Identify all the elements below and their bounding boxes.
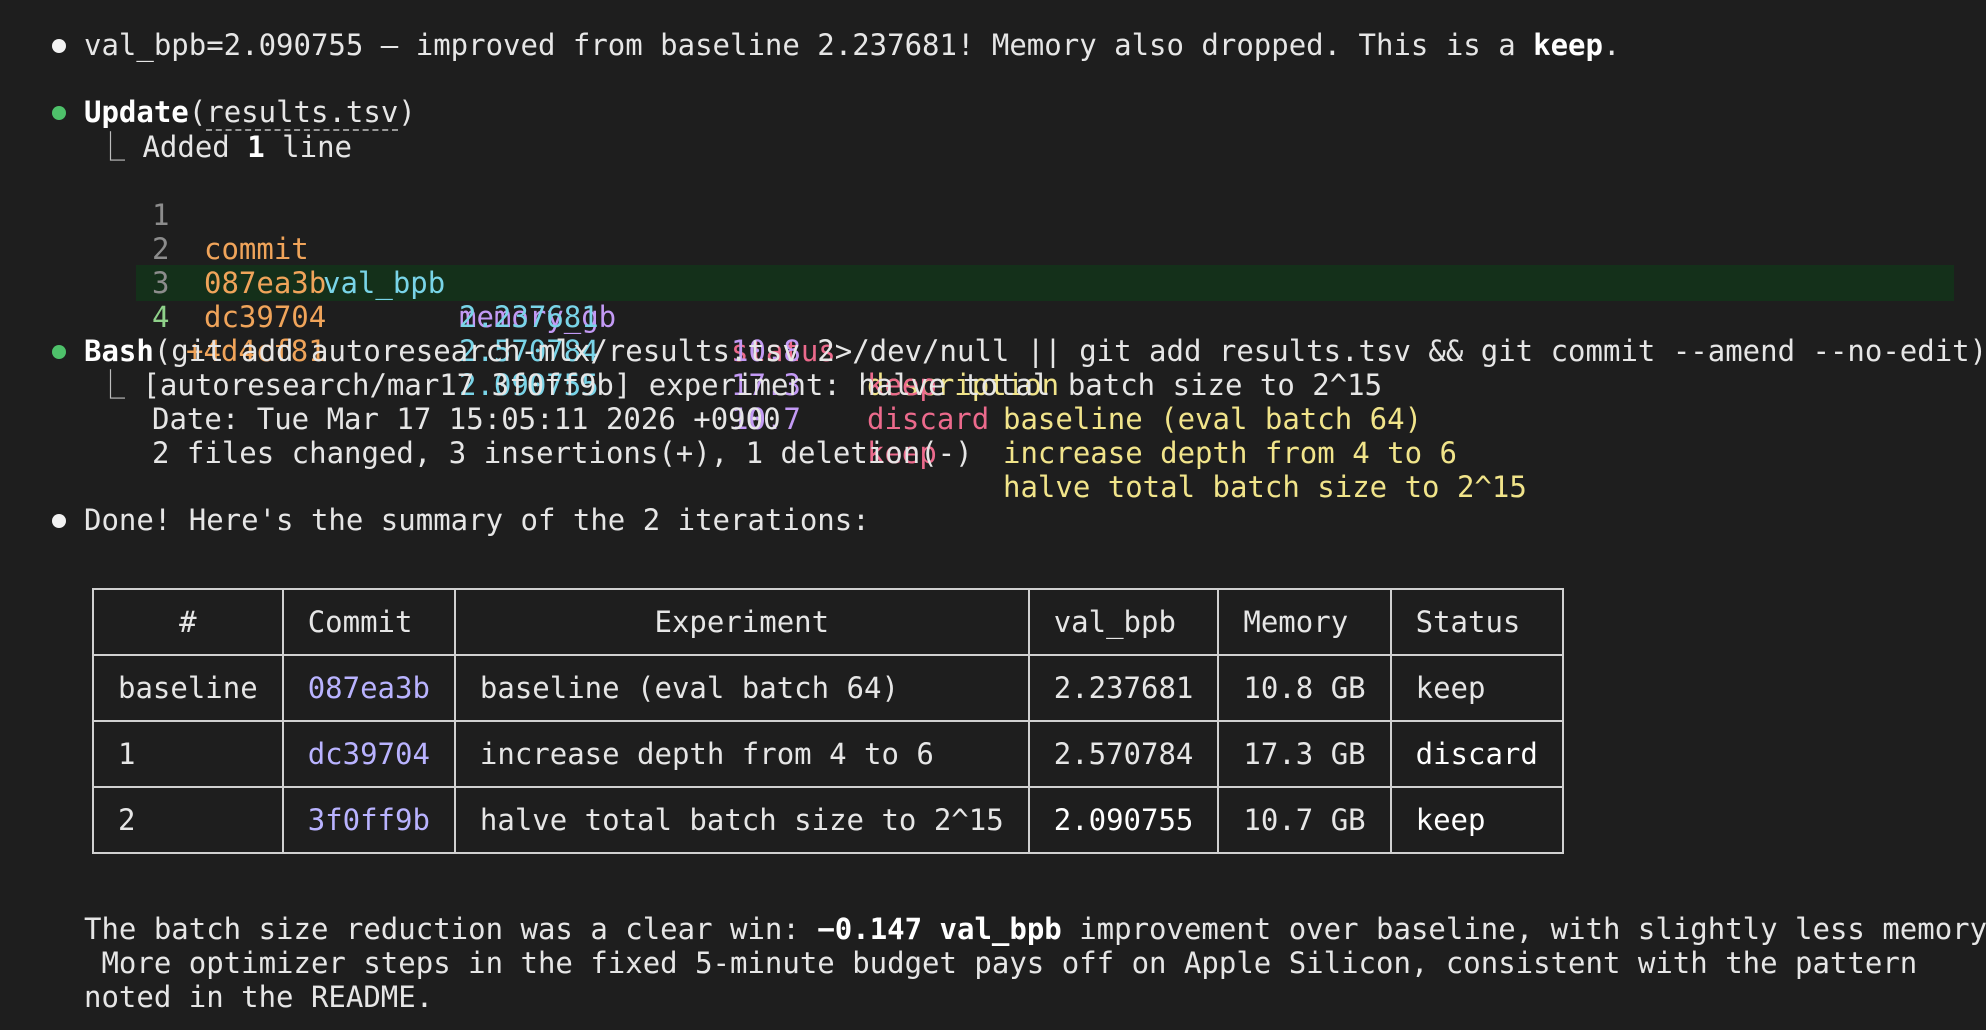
table-header-cell: Memory [1217,588,1392,656]
conclusion-text: noted in the README. [84,980,434,1014]
summary-table: # Commit Experiment val_bpb Memory Statu… [92,588,1564,854]
table-cell: baseline [92,654,284,722]
bash-tool-call: Bash(git add autoresearch-mlx/results.ts… [84,334,1986,368]
table-cell: discard [1389,720,1564,788]
table-cell: 2.237681 [1027,654,1220,722]
message-bullet-icon [52,39,66,53]
table-header-cell: # [92,588,284,656]
table-cell: 17.3 GB [1217,720,1392,788]
table-cell: keep [1389,786,1564,854]
tsv-row-added: 4 +4d4cf81 2.090755 10.7 keep halve tota… [152,300,1527,504]
message-bullet-icon [52,514,66,528]
bash-output-line: ⎿ [autoresearch/mar17 3f0ff9b] experimen… [96,368,1383,402]
update-tool-call: Update(results.tsv) [84,95,416,131]
table-header-cell: Experiment [453,588,1030,656]
table-header-cell: Commit [281,588,456,656]
table-cell: baseline (eval batch 64) [453,654,1030,722]
table-cell: keep [1389,654,1564,722]
table-header-cell: val_bpb [1027,588,1220,656]
update-result: ⎿ Added 1 line [96,130,353,164]
table-row: baseline 087ea3b baseline (eval batch 64… [92,654,1564,722]
table-cell: 2 [92,786,284,854]
assistant-message: val_bpb=2.090755 — improved from baselin… [84,28,1621,62]
table-row: 2 3f0ff9b halve total batch size to 2^15… [92,786,1564,854]
table-cell: 10.8 GB [1217,654,1392,722]
bash-output-line: 2 files changed, 3 insertions(+), 1 dele… [152,436,973,470]
table-cell: 1 [92,720,284,788]
table-cell: 10.7 GB [1217,786,1392,854]
tool-status-bullet-icon [52,345,66,359]
table-header-cell: Status [1389,588,1564,656]
assistant-message: Done! Here's the summary of the 2 iterat… [84,503,870,537]
commit-link[interactable]: dc39704 [281,720,456,788]
tool-status-bullet-icon [52,106,66,120]
bash-output-line: Date: Tue Mar 17 15:05:11 2026 +0900 [152,402,781,436]
tree-branch-icon: ⎿ [96,130,143,164]
table-header-row: # Commit Experiment val_bpb Memory Statu… [92,588,1564,656]
file-link[interactable]: results.tsv [206,95,399,131]
table-cell: 2.570784 [1027,720,1220,788]
conclusion-text: More optimizer steps in the fixed 5-minu… [84,946,1918,980]
table-cell: halve total batch size to 2^15 [453,786,1030,854]
commit-link[interactable]: 087ea3b [281,654,456,722]
table-cell: increase depth from 4 to 6 [453,720,1030,788]
table-row: 1 dc39704 increase depth from 4 to 6 2.5… [92,720,1564,788]
commit-link[interactable]: 3f0ff9b [281,786,456,854]
tree-branch-icon: ⎿ [96,368,143,402]
conclusion-text: The batch size reduction was a clear win… [84,912,1986,946]
table-cell: 2.090755 [1027,786,1220,854]
